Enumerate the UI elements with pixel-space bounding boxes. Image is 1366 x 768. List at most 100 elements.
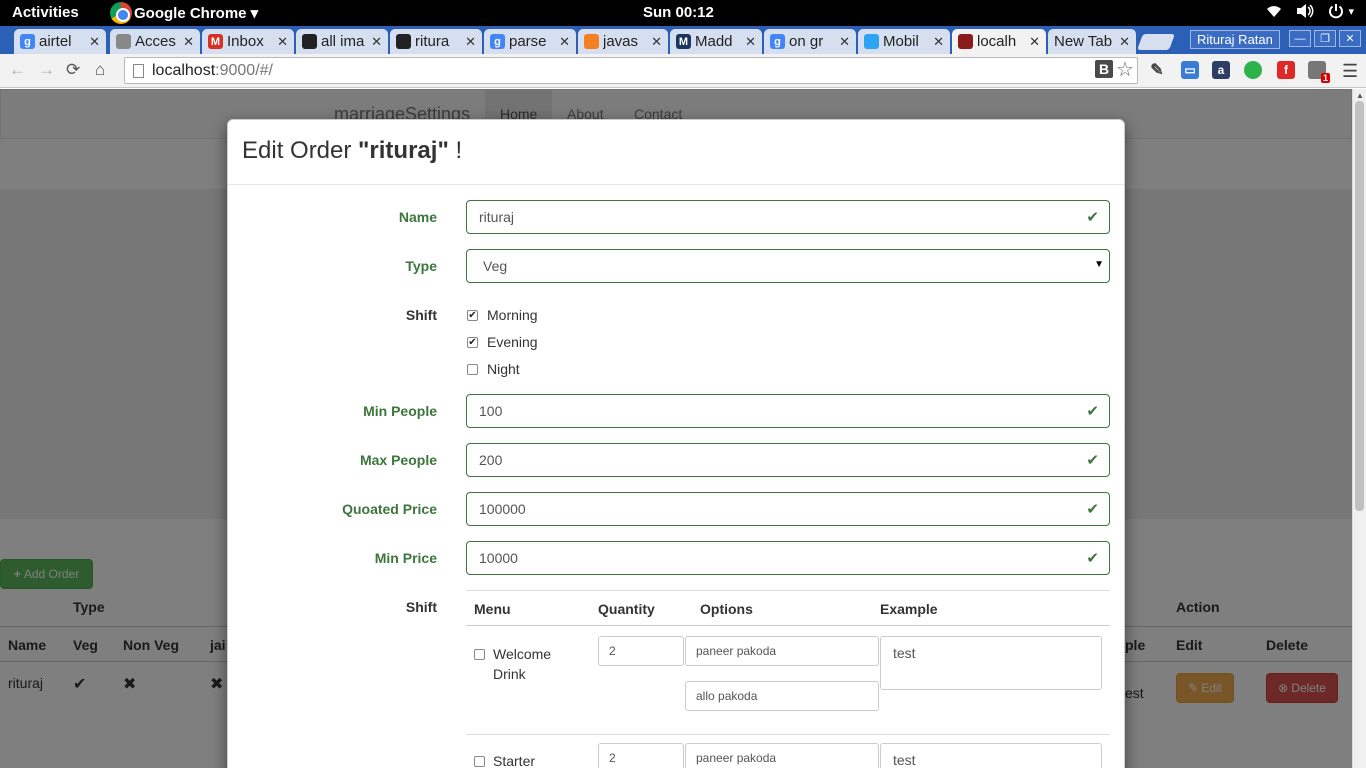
power-icon[interactable]	[1328, 3, 1344, 23]
wifi-icon[interactable]	[1266, 3, 1282, 23]
name-input-value: rituraj	[479, 209, 515, 225]
option-input[interactable]: allo pakoda	[685, 681, 879, 711]
extension-badge-count: 1	[1320, 73, 1330, 83]
tab-favicon-icon	[396, 34, 411, 49]
quantity-input[interactable]: 2	[598, 743, 684, 768]
tab-close-icon[interactable]: ✕	[933, 34, 944, 50]
tab-close-icon[interactable]: ✕	[371, 34, 382, 50]
scroll-up-icon[interactable]: ▲	[1356, 91, 1364, 100]
quantity-input[interactable]: 2	[598, 636, 684, 666]
shift-night-checkbox[interactable]: Night	[467, 361, 520, 377]
maximize-button[interactable]: ❐	[1314, 30, 1336, 47]
profile-button[interactable]: Rituraj Ratan	[1190, 30, 1280, 49]
tab-label: javas	[603, 33, 639, 50]
scrollbar-thumb[interactable]	[1355, 101, 1364, 511]
chevron-down-icon[interactable]: ▾	[1348, 5, 1354, 23]
tab-close-icon[interactable]: ✕	[465, 34, 476, 50]
option-input[interactable]: paneer pakoda	[685, 743, 879, 768]
forward-button[interactable]: →	[38, 60, 55, 80]
flipboard-icon[interactable]: f	[1277, 61, 1295, 79]
max-people-input[interactable]: 200 ✔	[466, 443, 1110, 477]
chrome-menu-icon[interactable]: ☰	[1342, 61, 1358, 82]
example-textarea[interactable]: test	[880, 636, 1102, 690]
tab-close-icon[interactable]: ✕	[89, 34, 100, 50]
tab-close-icon[interactable]: ✕	[277, 34, 288, 50]
tab-label: ritura	[415, 33, 450, 50]
modal-title-prefix: Edit Order	[242, 137, 359, 164]
checkbox-unchecked[interactable]	[467, 363, 478, 375]
browser-tab[interactable]: Acces ✕	[110, 29, 200, 54]
shift-label: Shift	[405, 307, 437, 323]
evernote-icon[interactable]	[1244, 61, 1262, 79]
valid-check-icon: ✔	[1086, 501, 1099, 518]
tab-favicon-icon	[958, 34, 973, 49]
folder-icon[interactable]: ▭	[1181, 61, 1199, 79]
name-input[interactable]: rituraj ✔	[466, 200, 1110, 234]
quoted-price-value: 100000	[479, 501, 526, 517]
star-icon[interactable]: ☆	[1116, 57, 1134, 82]
modal-title-name: "rituraj"	[358, 137, 449, 164]
minimize-button[interactable]: —	[1289, 30, 1311, 47]
menu-item-checkbox[interactable]: Welcome Drink	[474, 644, 574, 684]
new-tab-button[interactable]	[1137, 34, 1175, 50]
browser-tab[interactable]: g parse ✕	[484, 29, 576, 54]
quoted-price-label: Quoated Price	[342, 501, 437, 517]
valid-check-icon: ✔	[1086, 403, 1099, 420]
quoted-price-input[interactable]: 100000 ✔	[466, 492, 1110, 526]
browser-tab[interactable]: ritura ✕	[390, 29, 482, 54]
close-window-button[interactable]: ✕	[1339, 30, 1361, 47]
amazon-icon[interactable]: a	[1212, 61, 1230, 79]
browser-tab[interactable]: javas ✕	[578, 29, 668, 54]
min-people-input[interactable]: 100 ✔	[466, 394, 1110, 428]
checkbox-unchecked[interactable]	[474, 756, 485, 767]
tab-close-icon[interactable]: ✕	[745, 34, 756, 50]
bookmark-extension-icon[interactable]: B	[1095, 60, 1113, 78]
browser-tab[interactable]: all ima ✕	[296, 29, 388, 54]
extension-badge-icon[interactable]: 1	[1308, 61, 1330, 83]
browser-tab-strip: New Tab ✕ localh ✕ Mobil ✕ g on gr ✕ M Madd ✕ javas ✕…	[0, 26, 1366, 54]
example-textarea[interactable]: test	[880, 743, 1102, 768]
browser-tab[interactable]: M Madd ✕	[670, 29, 762, 54]
browser-tab[interactable]: Mobil ✕	[858, 29, 950, 54]
clock[interactable]: Sun 00:12	[643, 4, 714, 21]
page-icon	[133, 63, 144, 78]
checkbox-unchecked[interactable]	[474, 649, 485, 660]
checkbox-checked[interactable]: ✔	[467, 309, 478, 321]
option-input[interactable]: paneer pakoda	[685, 636, 879, 666]
menu-item-checkbox[interactable]: Starter	[474, 751, 574, 768]
tab-close-icon[interactable]: ✕	[839, 34, 850, 50]
app-menu-label: Google Chrome ▾	[134, 5, 259, 22]
tab-close-icon[interactable]: ✕	[651, 34, 662, 50]
activities-button[interactable]: Activities	[12, 4, 79, 21]
tab-label: airtel	[39, 33, 72, 50]
tab-close-icon[interactable]: ✕	[1029, 34, 1040, 50]
reload-button[interactable]: ⟳	[66, 60, 80, 80]
browser-tab[interactable]: M Inbox ✕	[202, 29, 294, 54]
tab-favicon-icon	[864, 34, 879, 49]
tab-close-icon[interactable]: ✕	[1119, 34, 1130, 50]
browser-tab[interactable]: New Tab ✕	[1048, 29, 1136, 54]
eyedropper-icon[interactable]: ✎	[1148, 61, 1166, 79]
shift-morning-checkbox[interactable]: ✔ Morning	[467, 307, 538, 323]
type-select[interactable]: Veg ▼	[466, 249, 1110, 283]
tab-close-icon[interactable]: ✕	[183, 34, 194, 50]
browser-tab[interactable]: g airtel ✕	[14, 29, 106, 54]
valid-check-icon: ✔	[1086, 209, 1099, 226]
address-bar[interactable]: localhost:9000/#/	[124, 57, 1138, 84]
url-host: localhost	[152, 61, 216, 79]
tab-close-icon[interactable]: ✕	[559, 34, 570, 50]
checkbox-checked[interactable]: ✔	[467, 336, 478, 348]
browser-toolbar: ← → ⟳ ⌂ localhost:9000/#/ B ☆ ✎ ▭ a f 1 …	[0, 54, 1366, 88]
home-icon[interactable]: ⌂	[95, 60, 105, 80]
tab-label: New Tab	[1054, 33, 1113, 50]
back-button[interactable]: ←	[9, 60, 26, 80]
min-price-input[interactable]: 10000 ✔	[466, 541, 1110, 575]
edit-order-modal: Edit Order "rituraj" ! Name rituraj ✔ Ty…	[227, 119, 1125, 768]
volume-icon[interactable]	[1296, 3, 1314, 23]
browser-tab[interactable]: localh ✕	[952, 29, 1046, 54]
page-scrollbar[interactable]: ▲	[1352, 89, 1366, 768]
shift-evening-checkbox[interactable]: ✔ Evening	[467, 334, 538, 350]
max-people-label: Max People	[359, 452, 437, 468]
app-menu[interactable]: Google Chrome ▾	[110, 2, 258, 24]
browser-tab[interactable]: g on gr ✕	[764, 29, 856, 54]
